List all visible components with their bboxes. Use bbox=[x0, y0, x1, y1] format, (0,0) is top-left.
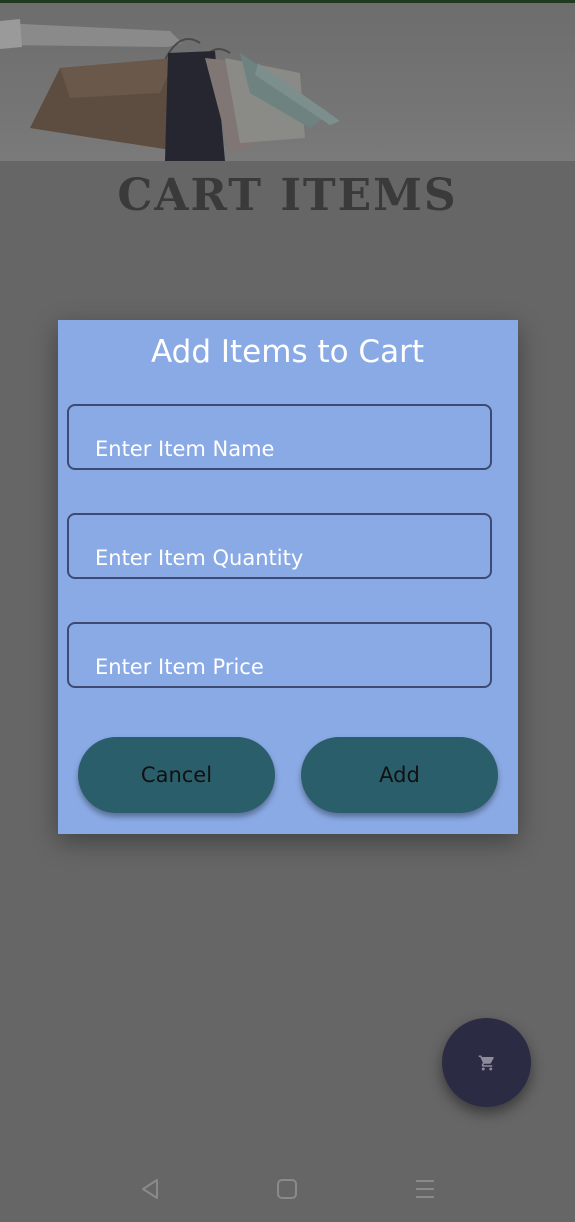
cancel-button-label: Cancel bbox=[140, 763, 213, 787]
item-name-field[interactable] bbox=[67, 404, 492, 470]
home-icon bbox=[277, 1179, 297, 1199]
menu-icon bbox=[416, 1180, 434, 1198]
system-nav-bar bbox=[0, 1160, 575, 1222]
page-title: CART ITEMS bbox=[117, 170, 458, 221]
nav-back-button[interactable] bbox=[130, 1174, 170, 1204]
item-quantity-field[interactable] bbox=[67, 513, 492, 579]
dialog-title: Add Items to Cart bbox=[151, 334, 424, 370]
item-quantity-input[interactable] bbox=[93, 537, 480, 579]
item-price-field[interactable] bbox=[67, 622, 492, 688]
nav-menu-button[interactable] bbox=[405, 1174, 445, 1204]
cart-icon bbox=[478, 1055, 494, 1070]
add-button[interactable]: Add bbox=[301, 737, 498, 813]
add-button-label: Add bbox=[379, 763, 420, 787]
cart-fab-button[interactable] bbox=[442, 1018, 531, 1107]
shopping-bags-banner bbox=[0, 3, 575, 161]
back-icon bbox=[142, 1179, 158, 1199]
item-name-input[interactable] bbox=[93, 428, 480, 470]
cancel-button[interactable]: Cancel bbox=[78, 737, 275, 813]
item-price-input[interactable] bbox=[93, 646, 480, 688]
shopping-bags-image bbox=[0, 19, 340, 161]
nav-home-button[interactable] bbox=[267, 1174, 307, 1204]
